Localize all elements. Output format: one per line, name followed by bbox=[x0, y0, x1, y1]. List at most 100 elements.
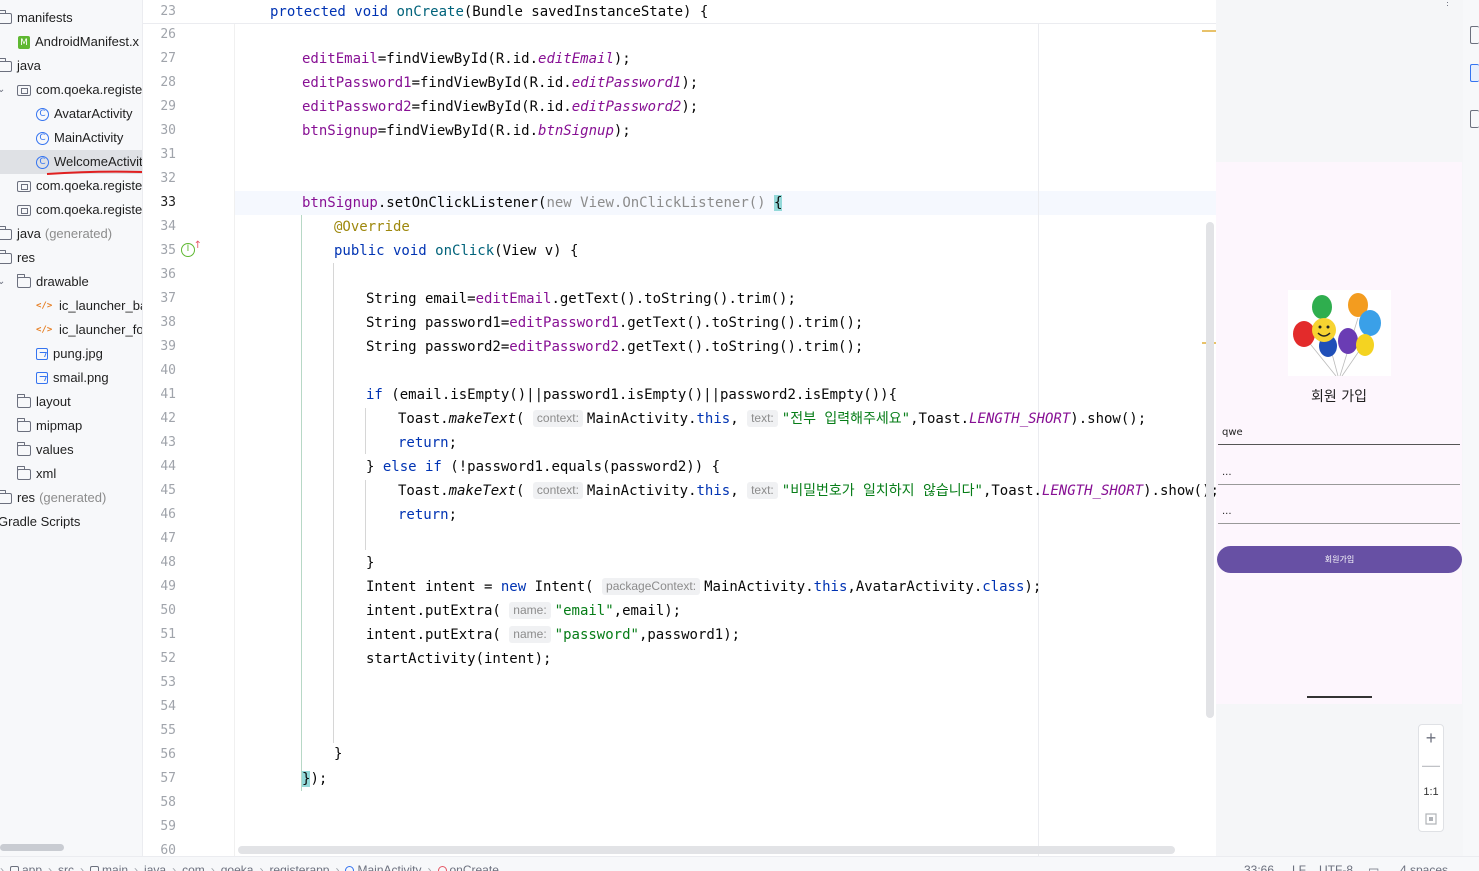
breadcrumb-item[interactable]: main bbox=[102, 863, 128, 871]
fit-screen-icon[interactable] bbox=[1419, 806, 1443, 833]
tree-item[interactable]: </> ic_launcher_ba bbox=[0, 294, 142, 318]
tree-item[interactable]: M AndroidManifest.x bbox=[0, 30, 142, 54]
code-line-45: Toast.makeText( context: MainActivity.thi… bbox=[398, 482, 1216, 499]
folder-icon bbox=[0, 225, 12, 240]
code-line-52: startActivity(intent); bbox=[366, 651, 552, 667]
breadcrumb-item[interactable]: src bbox=[58, 863, 74, 871]
breadcrumb-item[interactable]: onCreate bbox=[450, 863, 499, 871]
breadcrumb-item[interactable]: qoeka bbox=[221, 863, 254, 871]
line-number: 40 bbox=[160, 363, 176, 378]
tree-item-label: ic_launcher_for bbox=[59, 322, 143, 337]
tree-item[interactable]: java (generated) bbox=[0, 222, 142, 246]
override-gutter-icon[interactable]: I bbox=[181, 240, 202, 257]
code-line-42: Toast.makeText( context: MainActivity.thi… bbox=[398, 410, 1147, 427]
tree-item-label: xml bbox=[36, 466, 57, 481]
breadcrumb-item[interactable]: MainActivity bbox=[357, 863, 421, 871]
more-icon[interactable]: ⋮ bbox=[1443, 0, 1453, 8]
code-line-50: intent.putExtra( name: "email",email); bbox=[366, 602, 682, 619]
password-confirm-field[interactable]: ... bbox=[1218, 504, 1460, 524]
tree-item[interactable]: › values bbox=[0, 438, 142, 462]
code-line-30: btnSignup=findViewById(R.id.btnSignup); bbox=[302, 123, 631, 139]
line-number: 52 bbox=[160, 651, 176, 666]
tree-item[interactable]: › com.qoeka.registe bbox=[0, 198, 142, 222]
folder-icon bbox=[0, 249, 12, 264]
chevron-right-icon[interactable]: › bbox=[0, 390, 7, 414]
editor-horizontal-scrollbar[interactable] bbox=[238, 846, 1175, 854]
breadcrumb-item[interactable]: registerapp bbox=[269, 863, 329, 871]
warning-marker[interactable] bbox=[1202, 30, 1216, 32]
line-number: 56 bbox=[160, 747, 176, 762]
project-tree: manifests M AndroidManifest.x java ⌄ com.qoek… bbox=[0, 0, 143, 856]
code-view-tab-icon[interactable] bbox=[1470, 26, 1479, 44]
chevron-down-icon[interactable]: ⌄ bbox=[0, 78, 7, 102]
file-encoding[interactable]: UTF-8 bbox=[1319, 863, 1353, 871]
tree-item[interactable]: res bbox=[0, 246, 142, 270]
line-number: 60 bbox=[160, 843, 176, 856]
caret-position[interactable]: 33:66 bbox=[1244, 863, 1274, 871]
tree-horizontal-scrollbar[interactable] bbox=[0, 844, 64, 851]
chevron-right-icon[interactable]: › bbox=[0, 438, 7, 462]
code-area[interactable]: editEmail=findViewById(R.id.editEmail); … bbox=[235, 0, 1216, 856]
code-editor[interactable]: 26 27 28 29 30 31 32 33 34 35 36 37 38 39 40 41 42 43 44 45… bbox=[143, 0, 1216, 856]
tree-item[interactable]: java bbox=[0, 54, 142, 78]
code-line-28: editPassword1=findViewById(R.id.editPass… bbox=[302, 75, 699, 91]
code-line-35: public void onClick(View v) { bbox=[334, 243, 579, 259]
chevron-right-icon[interactable]: › bbox=[0, 462, 7, 486]
breadcrumb-item[interactable]: app bbox=[22, 863, 42, 871]
folder-icon bbox=[0, 489, 12, 504]
tree-item-label: java bbox=[17, 58, 41, 73]
breadcrumb-item[interactable]: java bbox=[144, 863, 166, 871]
tree-item[interactable]: Gradle Scripts bbox=[0, 510, 142, 534]
tree-item[interactable]: manifests bbox=[0, 6, 142, 30]
code-line-57: }); bbox=[302, 771, 328, 787]
tree-item[interactable]: C AvatarActivity bbox=[0, 102, 142, 126]
class-icon bbox=[345, 866, 355, 871]
breadcrumb-item[interactable]: com bbox=[182, 863, 205, 871]
code-line-41: if (email.isEmpty()||password1.isEmpty()… bbox=[366, 387, 898, 403]
code-line-43: return; bbox=[398, 435, 458, 451]
generated-tag: (generated) bbox=[39, 490, 107, 505]
lock-icon[interactable]: ▭ bbox=[1368, 863, 1379, 871]
code-line-44: } else if (!password1.equals(password2))… bbox=[366, 459, 721, 475]
line-number: 26 bbox=[160, 27, 176, 42]
indent-setting[interactable]: 4 spaces bbox=[1400, 863, 1448, 871]
tree-item-label: values bbox=[36, 442, 74, 457]
signup-button[interactable]: 회원가입 bbox=[1217, 546, 1462, 573]
folder-icon bbox=[0, 57, 12, 72]
tree-item[interactable]: </> ic_launcher_for bbox=[0, 318, 143, 342]
tree-item[interactable]: ⌄ com.qoeka.registe bbox=[0, 78, 142, 102]
tree-item[interactable]: res (generated) bbox=[0, 486, 142, 510]
chevron-down-icon[interactable]: ⌄ bbox=[0, 270, 7, 294]
tree-item[interactable]: › mipmap bbox=[0, 414, 142, 438]
tree-item[interactable]: › layout bbox=[0, 390, 142, 414]
zoom-in-button[interactable]: + bbox=[1419, 725, 1443, 752]
tree-item[interactable]: › com.qoeka.registe bbox=[0, 174, 142, 198]
line-number: 28 bbox=[160, 75, 176, 90]
line-number: 36 bbox=[160, 267, 176, 282]
tree-item-label: smail.png bbox=[53, 370, 109, 385]
tree-item[interactable]: smail.png bbox=[0, 366, 142, 390]
chevron-right-icon[interactable]: › bbox=[0, 198, 7, 222]
code-line-29: editPassword2=findViewById(R.id.editPass… bbox=[302, 99, 699, 115]
sticky-code: protected void onCreate(Bundle savedInst… bbox=[270, 4, 709, 20]
split-view-tab-icon[interactable] bbox=[1470, 64, 1479, 82]
password-field[interactable]: ... bbox=[1218, 465, 1460, 485]
param-hint: text: bbox=[747, 482, 778, 499]
tree-item[interactable]: ⌄ drawable bbox=[0, 270, 142, 294]
design-view-tab-icon[interactable] bbox=[1470, 110, 1479, 128]
zoom-reset-button[interactable]: 1:1 bbox=[1419, 779, 1443, 806]
email-field[interactable]: qwe bbox=[1218, 425, 1460, 445]
tree-item[interactable]: pung.jpg bbox=[0, 342, 142, 366]
editor-vertical-scrollbar[interactable] bbox=[1206, 222, 1214, 718]
param-hint: name: bbox=[509, 602, 551, 619]
tree-item[interactable]: C MainActivity bbox=[0, 126, 142, 150]
line-ending[interactable]: LF bbox=[1292, 863, 1306, 871]
sticky-scroll-header[interactable]: 23 protected void onCreate(Bundle savedI… bbox=[143, 0, 1216, 24]
chevron-right-icon[interactable]: › bbox=[0, 414, 7, 438]
chevron-right-icon[interactable]: › bbox=[0, 174, 7, 198]
breadcrumb[interactable]: › app › src › main › java › com › qoeka › registerapp… bbox=[0, 863, 499, 871]
signup-title: 회원 가입 bbox=[1311, 389, 1367, 405]
zoom-out-button[interactable]: — bbox=[1419, 752, 1443, 779]
tree-item[interactable]: › xml bbox=[0, 462, 142, 486]
red-underline-annotation bbox=[46, 170, 142, 175]
